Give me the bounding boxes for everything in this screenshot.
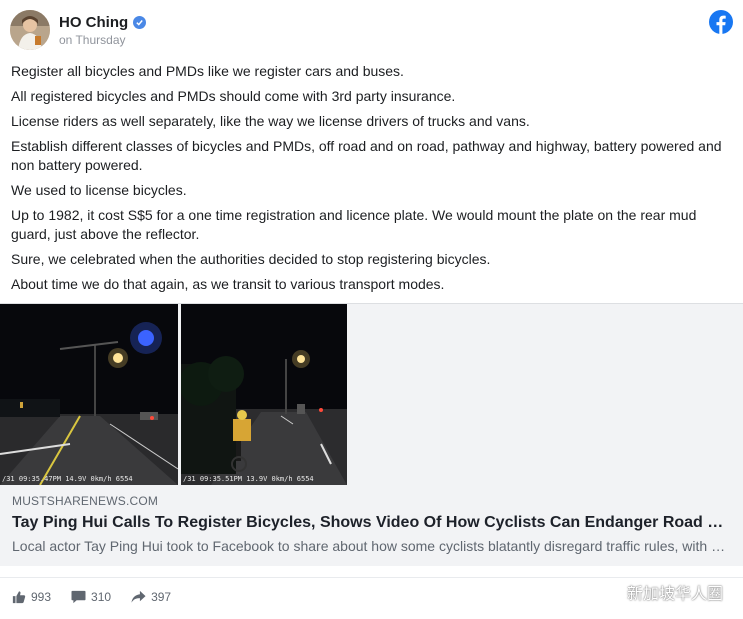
comment-count: 310 <box>91 590 112 604</box>
author-name[interactable]: HO Ching <box>59 14 128 31</box>
like-count: 993 <box>31 590 52 604</box>
comment-action[interactable]: 310 <box>71 590 111 604</box>
watermark-text: 新加坡华人圈 <box>626 585 723 603</box>
link-domain: MUSTSHARENEWS.COM <box>12 494 159 508</box>
post-timestamp[interactable]: on Thursday <box>59 33 126 47</box>
author-avatar[interactable] <box>10 10 50 50</box>
link-preview-media[interactable]: /31 09:35.47PM 14.9V 0km/h 6554 /31 09:3… <box>0 304 743 485</box>
dashcam-overlay-left: /31 09:35.47PM 14.9V 0km/h 6554 <box>2 475 133 483</box>
facebook-logo-icon[interactable] <box>709 10 733 34</box>
post-paragraph: All registered bicycles and PMDs should … <box>11 88 456 104</box>
video-frame-left: /31 09:35.47PM 14.9V 0km/h 6554 <box>0 304 178 485</box>
post-paragraph: We used to license bicycles. <box>11 182 187 198</box>
share-count: 397 <box>151 590 172 604</box>
post-paragraph: Establish different classes of bicycles … <box>11 138 722 173</box>
post-paragraph: About time we do that again, as we trans… <box>11 276 445 292</box>
link-title[interactable]: Tay Ping Hui Calls To Register Bicycles,… <box>12 514 731 532</box>
post-actions: 993 310 397 <box>12 590 191 604</box>
share-action[interactable]: 397 <box>131 590 171 604</box>
media-empty-area <box>347 304 743 485</box>
dashcam-overlay-right: /31 09:35.51PM 13.9V 0km/h 6554 <box>183 475 314 483</box>
post-paragraph: Register all bicycles and PMDs like we r… <box>11 63 404 79</box>
link-preview-text[interactable]: MUSTSHARENEWS.COM Tay Ping Hui Calls To … <box>0 486 743 566</box>
post-text: Register all bicycles and PMDs like we r… <box>11 62 731 300</box>
thumbs-up-icon <box>12 590 26 604</box>
link-description: Local actor Tay Ping Hui took to Faceboo… <box>12 538 731 554</box>
post-paragraph: License riders as well separately, like … <box>11 113 530 129</box>
post-paragraph: Sure, we celebrated when the authorities… <box>11 251 491 267</box>
like-action[interactable]: 993 <box>12 590 51 604</box>
post-header: HO Ching on Thursday <box>10 10 733 52</box>
post-paragraph: Up to 1982, it cost S$5 for a one time r… <box>11 207 697 242</box>
comment-icon <box>71 590 86 604</box>
watermark: 新加坡华人圈 <box>593 578 723 605</box>
verified-badge-icon <box>133 16 147 29</box>
wechat-icon <box>593 578 623 605</box>
share-arrow-icon <box>131 590 146 604</box>
author-name-row: HO Ching <box>59 14 147 31</box>
video-frame-right: /31 09:35.51PM 13.9V 0km/h 6554 <box>181 304 347 485</box>
link-preview-card[interactable]: /31 09:35.47PM 14.9V 0km/h 6554 /31 09:3… <box>0 303 743 566</box>
